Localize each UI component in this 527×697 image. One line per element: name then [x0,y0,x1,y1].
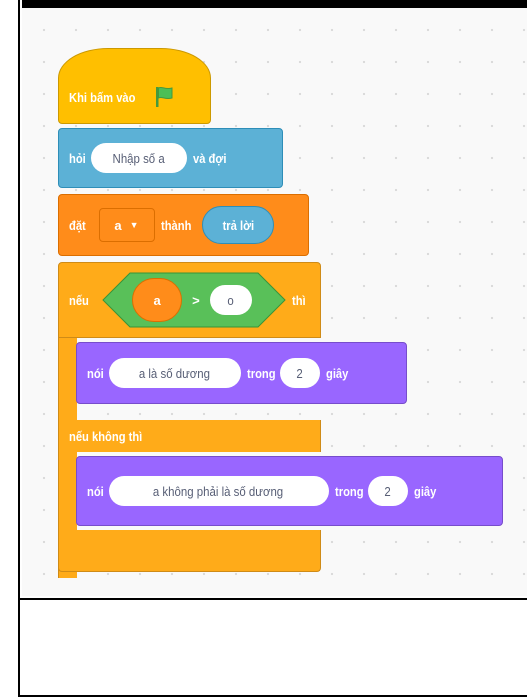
bottom-divider [20,598,527,600]
answer-reporter[interactable]: trả lời [201,206,274,244]
script-area[interactable]: Khi bấm vào hỏi Nhập số a và đợi đặt a ▼ [22,8,527,596]
for-label-else: trong [334,483,364,499]
say-label-then: nói [87,365,104,381]
variable-a-reporter[interactable]: a [132,278,183,322]
when-flag-label: Khi bấm vào [69,89,136,105]
say-for-secs-block-else[interactable]: nói a không phải là số dương trong 2 giâ… [76,456,503,526]
ask-and-wait-block[interactable]: hỏi Nhập số a và đợi [58,128,283,188]
green-flag-icon [152,85,176,109]
seconds-unit-then: giây [325,365,349,381]
set-variable-block[interactable]: đặt a ▼ thành trả lời [58,194,309,256]
seconds-value-then: 2 [296,365,303,381]
ask-suffix-label: và đợi [192,150,226,166]
condition-left-value: a [153,292,161,308]
seconds-input-then[interactable]: 2 [279,358,320,388]
ask-question-input[interactable]: Nhập số a [90,143,187,173]
dropdown-arrow-icon: ▼ [129,220,139,230]
if-label: nếu [69,292,89,308]
ask-label: hỏi [69,150,86,166]
say-message-else: a không phải là số dương [153,483,284,499]
if-else-bottom [58,530,321,572]
say-message-input-then[interactable]: a là số dương [108,358,241,388]
seconds-value-else: 2 [384,483,391,499]
variable-name: a [114,217,122,233]
set-label: đặt [69,217,86,233]
greater-than-symbol: > [192,292,200,308]
say-for-secs-block-then[interactable]: nói a là số dương trong 2 giây [76,342,407,404]
condition-right-value: o [227,292,234,308]
say-message-then: a là số dương [138,365,211,381]
else-label: nếu không thì [69,428,143,444]
variable-dropdown[interactable]: a ▼ [98,208,155,242]
seconds-unit-else: giây [413,483,437,499]
greater-than-operator[interactable]: a > o [102,272,286,328]
to-label: thành [160,217,191,233]
for-label-then: trong [246,365,276,381]
say-label-else: nói [87,483,104,499]
top-edge [22,0,527,8]
ask-question-text: Nhập số a [112,150,165,166]
when-flag-clicked-block[interactable]: Khi bấm vào [58,48,211,124]
then-label: thì [292,292,306,308]
else-bar: nếu không thì [58,420,321,452]
seconds-input-else[interactable]: 2 [367,476,408,506]
document-frame: Khi bấm vào hỏi Nhập số a và đợi đặt a ▼ [18,0,527,697]
if-else-block[interactable]: nếu a > o thì [58,262,321,338]
say-message-input-else[interactable]: a không phải là số dương [108,476,329,506]
answer-reporter-label: trả lời [222,217,254,233]
condition-right-input[interactable]: o [209,285,252,315]
